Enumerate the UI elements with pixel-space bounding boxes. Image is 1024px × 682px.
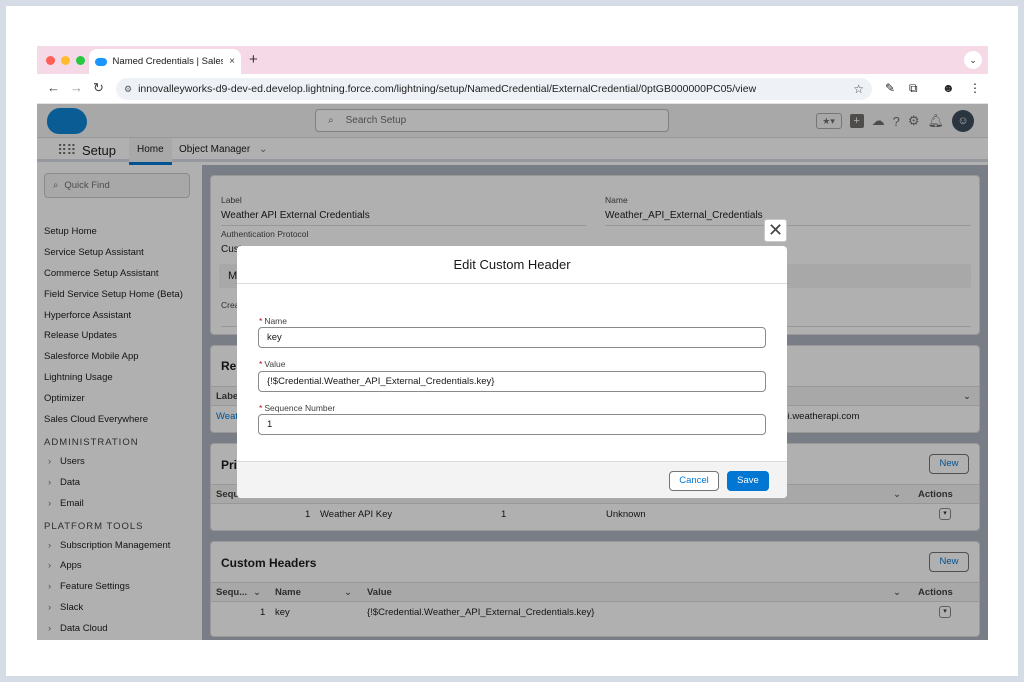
value-input[interactable]: {!$Credential.Weather_API_External_Crede…: [258, 371, 766, 392]
profile-icon[interactable]: ☻: [942, 81, 955, 95]
salesforce-favicon-icon: [95, 57, 107, 66]
value-field-label: * Value: [259, 359, 285, 369]
browser-tab[interactable]: Named Credentials | Salesforce ×: [89, 49, 241, 74]
modal-title: Edit Custom Header: [237, 246, 787, 284]
modal-close-button[interactable]: ✕: [764, 219, 787, 242]
reload-icon[interactable]: ↻: [93, 80, 104, 96]
tab-search-icon[interactable]: ⌄: [964, 51, 982, 69]
close-window-icon[interactable]: [46, 56, 55, 65]
sequence-field-label: * Sequence Number: [259, 403, 335, 413]
browser-window: Named Credentials | Salesforce × + ⌄ ← →…: [37, 46, 988, 640]
name-input[interactable]: key: [258, 327, 766, 348]
required-indicator: *: [259, 359, 263, 369]
new-tab-button[interactable]: +: [249, 51, 258, 68]
extensions-puzzle-icon[interactable]: ⧉: [909, 81, 918, 96]
name-field-label: * Name: [259, 316, 287, 326]
required-indicator: *: [259, 403, 263, 413]
tab-close-icon[interactable]: ×: [229, 56, 235, 67]
browser-toolbar: ← → ↻ ⚙ innovalleyworks-d9-dev-ed.develo…: [37, 74, 988, 104]
window-controls: [46, 56, 85, 65]
bookmark-star-icon[interactable]: ☆: [853, 82, 864, 96]
sequence-label-text: Sequence Number: [264, 403, 336, 413]
value-label-text: Value: [264, 359, 286, 369]
browser-tab-bar: Named Credentials | Salesforce × + ⌄: [37, 46, 988, 74]
name-label-text: Name: [264, 316, 287, 326]
save-button[interactable]: Save: [727, 471, 769, 491]
browser-menu-icon[interactable]: ⋮: [969, 81, 981, 95]
back-arrow-icon[interactable]: ←: [47, 80, 60, 95]
cancel-button[interactable]: Cancel: [669, 471, 719, 491]
url-text: innovalleyworks-d9-dev-ed.develop.lightn…: [138, 83, 757, 95]
site-info-icon[interactable]: ⚙: [124, 84, 132, 95]
maximize-window-icon[interactable]: [76, 56, 85, 65]
address-bar[interactable]: ⚙ innovalleyworks-d9-dev-ed.develop.ligh…: [116, 78, 872, 100]
required-indicator: *: [259, 316, 263, 326]
edit-custom-header-modal: Edit Custom Header * Name key * Value {!$C…: [237, 246, 787, 498]
sequence-number-input[interactable]: 1: [258, 414, 766, 435]
minimize-window-icon[interactable]: [61, 56, 70, 65]
browser-tab-title: Named Credentials | Salesforce: [112, 56, 224, 67]
pen-extension-icon[interactable]: ✎: [885, 81, 895, 95]
modal-footer: Cancel Save: [237, 461, 787, 498]
forward-arrow-icon[interactable]: →: [70, 80, 83, 95]
